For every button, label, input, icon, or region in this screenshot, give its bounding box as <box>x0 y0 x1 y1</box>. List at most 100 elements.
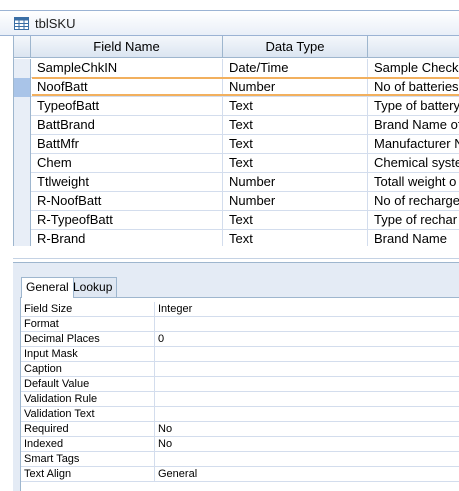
property-name: Required <box>21 422 155 437</box>
row-selector[interactable] <box>14 230 31 246</box>
property-value[interactable] <box>155 392 459 407</box>
property-row[interactable]: Validation Rule <box>21 392 459 407</box>
property-row[interactable]: Caption <box>21 362 459 377</box>
property-value[interactable] <box>155 362 459 377</box>
data-type-cell[interactable]: Text <box>223 230 368 246</box>
data-type-cell[interactable]: Text <box>223 135 368 154</box>
description-cell[interactable]: Manufacturer N <box>368 135 459 154</box>
property-name: Indexed <box>21 437 155 452</box>
property-row[interactable]: Smart Tags <box>21 452 459 467</box>
field-name-cell[interactable]: TypeofBatt <box>31 97 223 116</box>
column-header-description[interactable] <box>368 36 459 58</box>
property-row[interactable]: Validation Text <box>21 407 459 422</box>
row-selector[interactable] <box>14 116 31 135</box>
row-selector[interactable] <box>14 173 31 192</box>
row-selector[interactable] <box>14 154 31 173</box>
property-name: Validation Rule <box>21 392 155 407</box>
table-row[interactable]: BattBrand Text Brand Name of <box>14 116 459 135</box>
property-value[interactable]: General <box>155 467 459 482</box>
field-design-grid: Field Name Data Type SampleChkIN Date/Tim… <box>13 36 459 246</box>
table-row[interactable]: R-TypeofBatt Text Type of rechar <box>14 211 459 230</box>
data-type-cell[interactable]: Text <box>223 211 368 230</box>
description-cell[interactable]: Type of rechar <box>368 211 459 230</box>
table-row[interactable]: Ttlweight Number Totall weight o <box>14 173 459 192</box>
field-name-cell[interactable]: R-NoofBatt <box>31 192 223 211</box>
table-row[interactable]: R-NoofBatt Number No of recharge <box>14 192 459 211</box>
property-value[interactable] <box>155 377 459 392</box>
data-type-cell[interactable]: Number <box>223 192 368 211</box>
property-name: Input Mask <box>21 347 155 362</box>
select-all-cell[interactable] <box>14 36 31 58</box>
tab-lookup[interactable]: Lookup <box>68 277 118 297</box>
field-properties-pane: General Lookup Field Size Integer Format De… <box>13 262 459 491</box>
row-selector[interactable] <box>14 192 31 211</box>
row-selector[interactable] <box>14 211 31 230</box>
table-row[interactable]: TypeofBatt Text Type of battery <box>14 97 459 116</box>
property-value[interactable] <box>155 347 459 362</box>
property-name: Format <box>21 317 155 332</box>
property-value[interactable] <box>155 317 459 332</box>
field-name-cell[interactable]: NoofBatt <box>31 78 223 97</box>
column-header-field-name[interactable]: Field Name <box>31 36 223 58</box>
document-tab[interactable]: tblSKU <box>0 10 459 35</box>
property-value[interactable]: 0 <box>155 332 459 347</box>
row-selector[interactable] <box>14 97 31 116</box>
field-name-cell[interactable]: Ttlweight <box>31 173 223 192</box>
property-value[interactable]: Integer <box>155 302 459 317</box>
description-cell[interactable]: No of batteries <box>368 78 459 97</box>
description-cell[interactable]: Totall weight o <box>368 173 459 192</box>
field-name-cell[interactable]: R-Brand <box>31 230 223 246</box>
row-selector[interactable] <box>14 59 31 78</box>
row-selector[interactable] <box>14 135 31 154</box>
property-value[interactable] <box>155 452 459 467</box>
property-value[interactable] <box>155 407 459 422</box>
property-row[interactable]: Indexed No <box>21 437 459 452</box>
property-row[interactable]: Field Size Integer <box>21 302 459 317</box>
property-name: Text Align <box>21 467 155 482</box>
property-name: Caption <box>21 362 155 377</box>
grid-header: Field Name Data Type <box>14 36 459 58</box>
description-cell[interactable]: Chemical system <box>368 154 459 173</box>
property-row[interactable]: Format <box>21 317 459 332</box>
property-value[interactable]: No <box>155 437 459 452</box>
table-row[interactable]: NoofBatt Number No of batteries <box>14 78 459 97</box>
field-name-cell[interactable]: BattMfr <box>31 135 223 154</box>
description-cell[interactable]: No of recharge <box>368 192 459 211</box>
property-name: Decimal Places <box>21 332 155 347</box>
table-row[interactable]: R-Brand Text Brand Name <box>14 230 459 246</box>
description-cell[interactable]: Sample Check <box>368 59 459 78</box>
property-name: Smart Tags <box>21 452 155 467</box>
property-row[interactable]: Required No <box>21 422 459 437</box>
property-name: Default Value <box>21 377 155 392</box>
data-type-cell[interactable]: Text <box>223 116 368 135</box>
description-cell[interactable]: Brand Name <box>368 230 459 246</box>
field-name-cell[interactable]: SampleChkIN <box>31 59 223 78</box>
data-type-cell[interactable]: Text <box>223 154 368 173</box>
description-cell[interactable]: Type of battery <box>368 97 459 116</box>
column-header-data-type[interactable]: Data Type <box>223 36 368 58</box>
document-tab-title: tblSKU <box>35 16 76 31</box>
tab-general[interactable]: General <box>21 277 74 298</box>
table-row[interactable]: SampleChkIN Date/Time Sample Check <box>14 59 459 78</box>
data-type-cell[interactable]: Number <box>223 173 368 192</box>
property-value[interactable]: No <box>155 422 459 437</box>
property-row[interactable]: Default Value <box>21 377 459 392</box>
table-row[interactable]: ChemTextChemical system <box>14 154 459 173</box>
property-row[interactable]: Text Align General <box>21 467 459 482</box>
pane-splitter[interactable] <box>13 246 459 259</box>
property-name: Field Size <box>21 302 155 317</box>
description-cell[interactable]: Brand Name of <box>368 116 459 135</box>
properties-table: Field Size Integer Format Decimal Places 0 In… <box>20 297 459 491</box>
data-type-cell[interactable]: Date/Time <box>223 59 368 78</box>
field-name-cell[interactable]: R-TypeofBatt <box>31 211 223 230</box>
field-name-cell[interactable]: Chem <box>31 154 223 173</box>
property-name: Validation Text <box>21 407 155 422</box>
property-row[interactable]: Input Mask <box>21 347 459 362</box>
data-type-cell[interactable]: Text <box>223 97 368 116</box>
property-row[interactable]: Decimal Places 0 <box>21 332 459 347</box>
table-row[interactable]: BattMfr Text Manufacturer N <box>14 135 459 154</box>
table-icon <box>14 17 29 30</box>
row-selector[interactable] <box>14 78 31 97</box>
field-name-cell[interactable]: BattBrand <box>31 116 223 135</box>
data-type-cell[interactable]: Number <box>223 78 368 97</box>
